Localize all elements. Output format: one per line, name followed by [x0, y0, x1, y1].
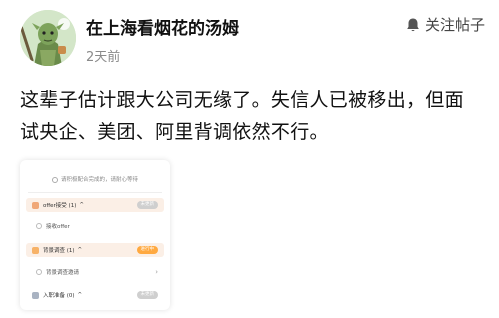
section-label: offer接受 (1)	[43, 203, 77, 209]
sub-item-background-check: 背景调查邀请 ›	[36, 266, 158, 278]
section-onboarding: 入职准备 (0) ^ 未更新	[26, 288, 164, 302]
chevron-right-icon: ›	[155, 268, 158, 276]
section-dot	[32, 291, 39, 299]
post-time: 2天前	[86, 50, 121, 65]
section-dot	[32, 201, 39, 209]
divider	[28, 192, 162, 193]
section-background-check: 背景调查 (1) ^ 进行中	[26, 243, 164, 257]
sub-label: 背景调查邀请	[46, 270, 80, 276]
follow-post-button[interactable]: 关注帖子	[405, 14, 485, 35]
post-content: 这辈子估计跟大公司无缘了。失信人已被移出，但面试央企、美团、阿里背调依然不行。	[20, 89, 464, 143]
section-label: 背景调查 (1)	[43, 248, 75, 254]
status-badge: 进行中	[136, 246, 158, 254]
card-tip-text: 请积极配合完成的，请耐心等待	[60, 177, 138, 183]
follow-label: 关注帖子	[424, 16, 485, 34]
section-label: 入职准备 (0)	[43, 293, 75, 299]
bell-icon	[405, 17, 421, 33]
chevron-up-icon: ^	[77, 292, 83, 298]
section-offer: offer接受 (1) ^ 未更新	[26, 198, 164, 212]
circle-icon	[36, 223, 42, 229]
chevron-up-icon: ^	[79, 202, 84, 208]
status-badge: 未更新	[136, 291, 158, 299]
avatar[interactable]	[20, 10, 76, 66]
chevron-up-icon: ^	[77, 247, 83, 253]
circle-icon	[36, 269, 42, 275]
section-dot	[32, 246, 39, 254]
status-badge: 未更新	[136, 201, 158, 209]
embedded-screenshot: 请积极配合完成的，请耐心等待 offer接受 (1) ^ 未更新 接收offer…	[20, 160, 170, 310]
sub-label: 接收offer	[46, 224, 70, 230]
card-tip: 请积极配合完成的，请耐心等待	[20, 175, 170, 183]
sub-item-offer: 接收offer	[36, 220, 158, 232]
info-icon	[51, 176, 58, 183]
author-name[interactable]: 在上海看烟花的汤姆	[86, 14, 239, 39]
